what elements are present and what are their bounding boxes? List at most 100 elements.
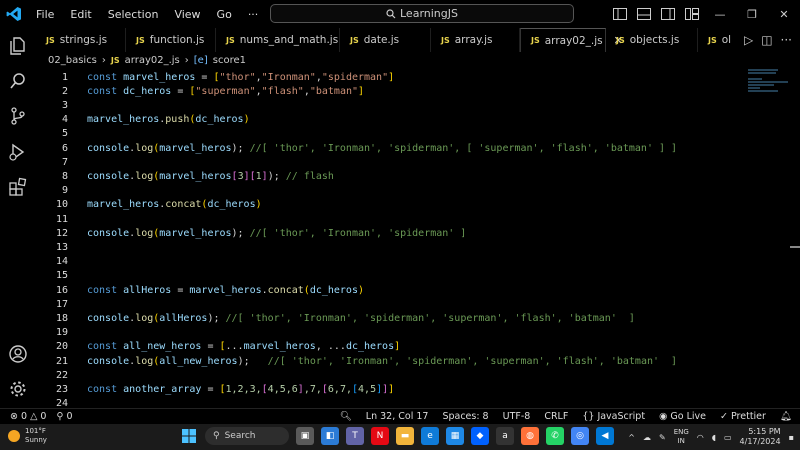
code-line[interactable]: 12 console.log(marvel_heros); //[ 'thor',…: [36, 226, 736, 240]
toggle-sidebar-icon[interactable]: [611, 7, 629, 21]
account-icon[interactable]: [6, 342, 30, 366]
source-control-icon[interactable]: [6, 104, 30, 128]
code-line[interactable]: 21 console.log(all_new_heros); //[ 'thor'…: [36, 354, 736, 368]
chevron-up-icon[interactable]: ^: [628, 433, 635, 442]
tab-date[interactable]: JS date.js: [340, 28, 431, 52]
minimize-icon[interactable]: —: [704, 0, 736, 28]
code-line[interactable]: 1 const marvel_heros = ["thor","Ironman",…: [36, 70, 736, 84]
code-line[interactable]: 22: [36, 368, 736, 382]
code-line[interactable]: 13: [36, 240, 736, 254]
code-editor[interactable]: 1 const marvel_heros = ["thor","Ironman",…: [36, 68, 800, 408]
tab-array02[interactable]: JS array02_.js ✕: [520, 28, 623, 52]
line-ending[interactable]: CRLF: [544, 411, 568, 422]
indentation[interactable]: Spaces: 8: [442, 411, 488, 422]
tab-array[interactable]: JS array.js: [431, 28, 520, 52]
taskbar-search[interactable]: ⚲ Search: [205, 427, 289, 445]
code-line[interactable]: 19: [36, 326, 736, 340]
netflix-icon[interactable]: N: [371, 427, 389, 445]
code-line[interactable]: 5: [36, 127, 736, 141]
run-debug-icon[interactable]: [6, 140, 30, 164]
code-line[interactable]: 20 const all_new_heros = [...marvel_heros…: [36, 340, 736, 354]
menu-selection[interactable]: Selection: [100, 8, 167, 21]
pen-icon[interactable]: ✎: [659, 433, 666, 442]
firefox-icon[interactable]: ◍: [521, 427, 539, 445]
code-line[interactable]: 9: [36, 184, 736, 198]
tab-overflow[interactable]: JS ol: [698, 28, 738, 52]
encoding[interactable]: UTF-8: [503, 411, 531, 422]
cursor-position[interactable]: Ln 32, Col 17: [366, 411, 429, 422]
breadcrumb-symbol[interactable]: score1: [213, 55, 246, 66]
notifications-bell-icon[interactable]: 🔔︎: [780, 411, 792, 422]
breadcrumb-folder[interactable]: 02_basics: [48, 55, 97, 66]
task-view-icon[interactable]: ▣: [296, 427, 314, 445]
cloud-icon[interactable]: ☁: [643, 433, 651, 442]
code-line[interactable]: 10 marvel_heros.concat(dc_heros): [36, 198, 736, 212]
wifi-icon[interactable]: ◠: [697, 433, 704, 442]
menu-go[interactable]: Go: [209, 8, 240, 21]
command-center-search[interactable]: LearningJS: [270, 4, 574, 23]
scrollbar[interactable]: [790, 246, 800, 248]
code-line[interactable]: 2 const dc_heros = ["superman","flash","b…: [36, 84, 736, 98]
store-icon[interactable]: ▦: [446, 427, 464, 445]
minimap[interactable]: [748, 68, 790, 102]
vscode-taskbar-icon[interactable]: ◀: [596, 427, 614, 445]
tab-function[interactable]: JS function.js: [126, 28, 216, 52]
code-line[interactable]: 7: [36, 155, 736, 169]
search-sidebar-icon[interactable]: [6, 69, 30, 93]
settings-gear-icon[interactable]: [6, 377, 30, 401]
code-line[interactable]: 18 console.log(allHeros); //[ 'thor', 'Ir…: [36, 311, 736, 325]
file-explorer-icon[interactable]: ▬: [396, 427, 414, 445]
code-line[interactable]: 11: [36, 212, 736, 226]
split-editor-icon[interactable]: ◫: [761, 33, 772, 47]
code-line[interactable]: 3: [36, 98, 736, 112]
zoom-icon[interactable]: 🔍︎: [340, 411, 352, 422]
dropbox-icon[interactable]: ◆: [471, 427, 489, 445]
breadcrumb-file[interactable]: array02_.js: [125, 55, 180, 66]
code-line[interactable]: 8 console.log(marvel_heros[3][1]); // fla…: [36, 169, 736, 183]
menu-more[interactable]: ···: [240, 8, 267, 21]
code-line[interactable]: 15: [36, 269, 736, 283]
restore-icon[interactable]: ❐: [736, 0, 768, 28]
toggle-panel-icon[interactable]: [635, 7, 653, 21]
code-line[interactable]: 17: [36, 297, 736, 311]
windows-start-icon[interactable]: [180, 427, 198, 445]
code-line[interactable]: 14: [36, 255, 736, 269]
menu-edit[interactable]: Edit: [62, 8, 99, 21]
whatsapp-icon[interactable]: ✆: [546, 427, 564, 445]
language-indicator[interactable]: ENG IN: [674, 428, 689, 446]
edge-icon[interactable]: e: [421, 427, 439, 445]
code-line[interactable]: 6 console.log(marvel_heros); //[ 'thor', …: [36, 141, 736, 155]
chrome-icon[interactable]: ◎: [571, 427, 589, 445]
menu-file[interactable]: File: [28, 8, 62, 21]
ports-status[interactable]: ⚲ 0: [56, 411, 72, 422]
widgets-icon[interactable]: ◧: [321, 427, 339, 445]
toggle-secondary-sidebar-icon[interactable]: [659, 7, 677, 21]
code-line[interactable]: 4 marvel_heros.push(dc_heros): [36, 113, 736, 127]
menu-view[interactable]: View: [166, 8, 208, 21]
prettier-status[interactable]: ✓ Prettier: [720, 411, 766, 422]
battery-icon[interactable]: ▭: [724, 433, 732, 442]
volume-icon[interactable]: ◖: [712, 433, 716, 442]
clock[interactable]: 5:15 PM 4/17/2024: [740, 427, 781, 447]
language-mode[interactable]: {} JavaScript: [582, 411, 645, 422]
notification-icon[interactable]: ▪: [789, 433, 794, 442]
code-line[interactable]: 23 const another_array = [1,2,3,[4,5,6],7…: [36, 382, 736, 396]
weather-widget[interactable]: 101°F Sunny: [8, 427, 47, 445]
tab-objects[interactable]: JS objects.js: [606, 28, 698, 52]
code-token: =: [171, 284, 190, 296]
tab-nums-and-math[interactable]: JS nums_and_math.js: [216, 28, 340, 52]
extensions-icon[interactable]: [6, 175, 30, 199]
run-icon[interactable]: ▷: [744, 33, 753, 47]
close-window-icon[interactable]: ✕: [768, 0, 800, 28]
code-line[interactable]: 16 const allHeros = marvel_heros.concat(d…: [36, 283, 736, 297]
tab-strings[interactable]: JS strings.js: [36, 28, 126, 52]
problems-status[interactable]: ⊗ 0 △ 0: [10, 411, 46, 422]
code-line[interactable]: 24: [36, 397, 736, 408]
explorer-icon[interactable]: [6, 34, 30, 58]
go-live-button[interactable]: ◉ Go Live: [659, 411, 706, 422]
amazon-icon[interactable]: a: [496, 427, 514, 445]
customize-layout-icon[interactable]: [683, 7, 701, 21]
more-actions-icon[interactable]: ···: [781, 33, 792, 47]
teams-icon[interactable]: T: [346, 427, 364, 445]
code-token: concat: [267, 284, 304, 296]
